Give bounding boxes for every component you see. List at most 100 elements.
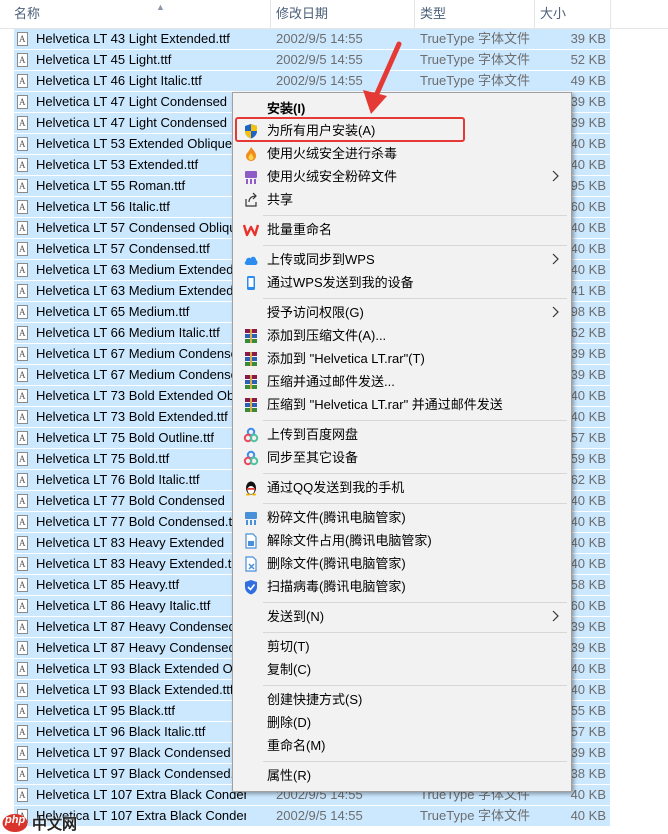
file-size: 39 KB [570, 619, 606, 634]
file-size: 40 KB [570, 241, 606, 256]
menu-item-wps-upload[interactable]: 上传或同步到WPS [235, 249, 569, 271]
file-size: 39 KB [570, 640, 606, 655]
file-row[interactable]: Helvetica LT 107 Extra Black Condens...2… [14, 806, 610, 826]
file-name: Helvetica LT 55 Roman.ttf [36, 178, 186, 193]
file-name: Helvetica LT 77 Bold Condensed.t [36, 514, 233, 529]
file-name: Helvetica LT 97 Black Condensed.t [36, 766, 238, 781]
column-divider[interactable] [610, 0, 611, 28]
font-file-icon [17, 725, 28, 739]
column-size[interactable]: 大小 [534, 0, 610, 28]
menu-item-rar-add[interactable]: 添加到压缩文件(A)... [235, 325, 569, 347]
menu-label: 扫描病毒(腾讯电脑管家) [267, 579, 406, 594]
file-size: 41 KB [570, 283, 606, 298]
font-file-icon [17, 137, 28, 151]
menu-label: 使用火绒安全进行杀毒 [267, 146, 398, 161]
file-name: Helvetica LT 96 Black Italic.ttf [36, 724, 206, 739]
menu-item-qq-send[interactable]: 通过QQ发送到我的手机 [235, 477, 569, 499]
qq-penguin-icon [245, 481, 257, 496]
highlight-box [235, 117, 465, 142]
menu-item-grant-access[interactable]: 授予访问权限(G) [235, 302, 569, 324]
menu-item-huorong-shred[interactable]: 使用火绒安全粉碎文件 [235, 166, 569, 188]
menu-item-rar-add-named[interactable]: 添加到 "Helvetica LT.rar"(T) [235, 348, 569, 370]
file-row[interactable]: Helvetica LT 43 Light Extended.ttf 2002/9… [14, 29, 610, 49]
menu-item-copy[interactable]: 复制(C) [235, 659, 569, 681]
file-size: 40 KB [570, 136, 606, 151]
menu-separator [263, 602, 567, 603]
file-size: 40 KB [570, 682, 606, 697]
file-size: 40 KB [570, 556, 606, 571]
menu-label: 上传或同步到WPS [267, 252, 375, 267]
column-header: 名称 ▲ 修改日期 类型 大小 [0, 0, 668, 29]
font-file-icon [17, 788, 28, 802]
menu-item-wps-send-device[interactable]: 通过WPS发送到我的设备 [235, 272, 569, 294]
menu-item-sync-other[interactable]: 同步至其它设备 [235, 447, 569, 469]
menu-item-properties[interactable]: 属性(R) [235, 765, 569, 787]
file-size: 40 KB [570, 787, 606, 802]
menu-item-tencent-scan[interactable]: 扫描病毒(腾讯电脑管家) [235, 576, 569, 598]
font-file-icon [17, 116, 28, 130]
column-type[interactable]: 类型 [414, 0, 534, 28]
file-name: Helvetica LT 47 Light Condensed [36, 115, 228, 130]
file-name: Helvetica LT 47 Light Condensed [36, 94, 228, 109]
menu-item-share[interactable]: 共享 [235, 189, 569, 211]
font-file-icon [17, 53, 28, 67]
menu-item-batch-rename[interactable]: 批量重命名 [235, 219, 569, 241]
menu-item-delete[interactable]: 删除(D) [235, 712, 569, 734]
file-row[interactable]: Helvetica LT 46 Light Italic.ttf 2002/9/5… [14, 71, 610, 91]
file-name: Helvetica LT 46 Light Italic.ttf [36, 73, 202, 88]
watermark-text: 中文网 [32, 816, 78, 833]
menu-label: 上传到百度网盘 [267, 427, 359, 442]
menu-item-rar-email[interactable]: 压缩并通过邮件发送... [235, 371, 569, 393]
font-file-icon [17, 704, 28, 718]
file-date: 2002/9/5 14:55 [276, 31, 363, 46]
menu-label: 授予访问权限(G) [267, 305, 364, 320]
menu-item-create-shortcut[interactable]: 创建快捷方式(S) [235, 689, 569, 711]
file-size: 39 KB [570, 31, 606, 46]
file-size: 39 KB [570, 94, 606, 109]
menu-item-rar-named-email[interactable]: 压缩到 "Helvetica LT.rar" 并通过邮件发送 [235, 394, 569, 416]
file-date: 2002/9/5 14:55 [276, 73, 363, 88]
menu-separator [263, 503, 567, 504]
baidu-netdisk-icon [243, 427, 259, 443]
file-size: 62 KB [570, 472, 606, 487]
cloud-icon [244, 256, 258, 265]
file-name: Helvetica LT 43 Light Extended.ttf [36, 31, 230, 46]
font-file-icon [17, 263, 28, 277]
menu-item-huorong-scan[interactable]: 使用火绒安全进行杀毒 [235, 143, 569, 165]
file-date: 2002/9/5 14:55 [276, 52, 363, 67]
file-size: 59 KB [570, 451, 606, 466]
font-file-icon [17, 641, 28, 655]
phone-icon [247, 276, 255, 290]
submenu-arrow-icon [552, 170, 559, 182]
column-name[interactable]: 名称 [8, 0, 270, 28]
menu-item-baidu-upload[interactable]: 上传到百度网盘 [235, 424, 569, 446]
file-size: 40 KB [570, 514, 606, 529]
menu-separator [263, 215, 567, 216]
menu-separator [263, 420, 567, 421]
site-watermark: php 中文网 [2, 812, 92, 834]
file-size: 39 KB [570, 346, 606, 361]
column-date[interactable]: 修改日期 [270, 0, 414, 28]
menu-label: 解除文件占用(腾讯电脑管家) [267, 533, 432, 548]
file-type: TrueType 字体文件 [420, 31, 531, 46]
menu-item-tencent-shred[interactable]: 粉碎文件(腾讯电脑管家) [235, 507, 569, 529]
menu-item-tencent-delete[interactable]: 删除文件(腾讯电脑管家) [235, 553, 569, 575]
file-size: 40 KB [570, 388, 606, 403]
file-size: 40 KB [570, 262, 606, 277]
file-name: Helvetica LT 95 Black.ttf [36, 703, 175, 718]
share-icon [245, 192, 257, 207]
menu-item-send-to[interactable]: 发送到(N) [235, 606, 569, 628]
file-name: Helvetica LT 65 Medium.ttf [36, 304, 190, 319]
menu-item-cut[interactable]: 剪切(T) [235, 636, 569, 658]
file-delete-icon [245, 556, 257, 572]
menu-item-rename[interactable]: 重命名(M) [235, 735, 569, 757]
file-name: Helvetica LT 85 Heavy.ttf [36, 577, 180, 592]
file-name: Helvetica LT 63 Medium Extended [36, 262, 234, 277]
font-file-icon [17, 284, 28, 298]
menu-item-tencent-unlock[interactable]: 解除文件占用(腾讯电脑管家) [235, 530, 569, 552]
file-name: Helvetica LT 67 Medium Condense [36, 346, 238, 361]
menu-label: 删除(D) [267, 715, 312, 730]
menu-label: 删除文件(腾讯电脑管家) [267, 556, 406, 571]
file-size: 55 KB [570, 703, 606, 718]
file-row[interactable]: Helvetica LT 45 Light.ttf 2002/9/5 14:55 T… [14, 50, 610, 70]
